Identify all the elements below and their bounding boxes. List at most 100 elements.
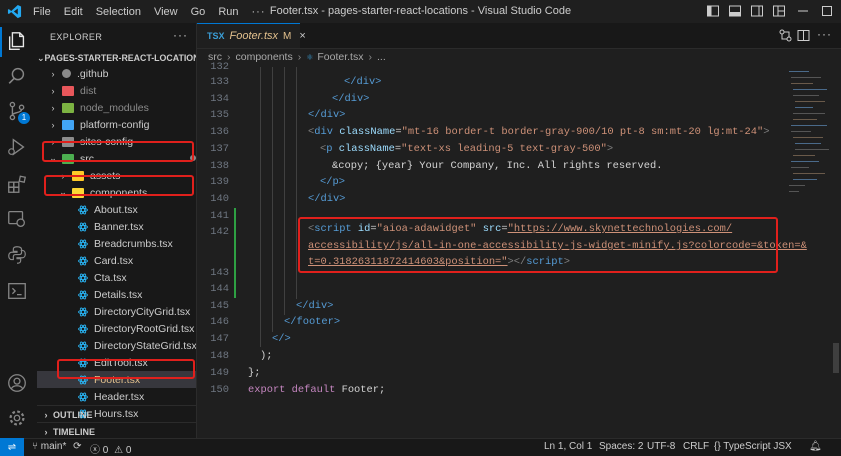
source-control-activity[interactable]: 1 — [6, 100, 30, 124]
branch-status[interactable]: ⑂ main* ⟳ — [32, 441, 82, 452]
minimap-line — [789, 191, 799, 192]
problems-status[interactable]: ⓧ 0 ⚠ 0 — [90, 441, 131, 456]
manage-activity[interactable] — [6, 407, 30, 431]
tree-file-about[interactable]: About.tsx — [37, 201, 196, 218]
tree-folder-github[interactable]: › .github — [37, 65, 196, 82]
code-token: p — [326, 143, 333, 155]
split-editor-icon[interactable] — [797, 29, 810, 42]
minimap-line — [795, 101, 825, 102]
tab-footer[interactable]: TSX Footer.tsx M × — [197, 23, 306, 48]
gear-icon — [9, 410, 25, 426]
tree-label: Breadcrumbs.tsx — [94, 237, 173, 250]
run-debug-activity[interactable] — [6, 136, 30, 160]
react-file-icon — [78, 290, 88, 299]
react-file-icon — [78, 341, 88, 350]
tree-file-header[interactable]: Header.tsx — [37, 388, 196, 405]
breadcrumb-footer[interactable]: Footer.tsx — [317, 51, 363, 63]
compare-changes-icon[interactable] — [779, 29, 792, 42]
highlight-script-tag — [298, 217, 778, 273]
tree-file-breadcrumbs[interactable]: Breadcrumbs.tsx — [37, 235, 196, 252]
line-number: 149 — [210, 367, 229, 379]
branch-icon: ⑂ — [32, 441, 38, 452]
tree-file-directory-city-grid[interactable]: DirectoryCityGrid.tsx — [37, 303, 196, 320]
workspace-root[interactable]: ⌄ PAGES-STARTER-REACT-LOCATIONS — [37, 50, 196, 66]
accounts-activity[interactable] — [6, 372, 30, 396]
minimap-line — [791, 131, 811, 132]
chevron-right-icon: › — [368, 51, 372, 63]
line-number: 148 — [210, 350, 229, 362]
language-status[interactable]: {} TypeScript JSX — [714, 441, 792, 452]
menu-edit[interactable]: Edit — [64, 6, 83, 18]
timeline-panel-header[interactable]: › TIMELINE — [37, 422, 196, 438]
chevron-right-icon: › — [51, 102, 55, 113]
customize-layout-icon[interactable] — [772, 4, 786, 18]
indentation-status[interactable]: Spaces: 2 — [599, 441, 643, 452]
menu-run[interactable]: Run — [218, 6, 238, 18]
minimap[interactable] — [785, 67, 831, 217]
editor-more-button[interactable]: ··· — [817, 27, 831, 41]
chevron-right-icon: › — [44, 426, 48, 437]
breadcrumb-components[interactable]: components — [236, 51, 293, 63]
line-number: 146 — [210, 316, 229, 328]
toggle-secondary-sidebar-icon[interactable] — [750, 4, 764, 18]
code-line-139: </p> — [320, 176, 345, 188]
vertical-scrollbar[interactable] — [833, 343, 839, 373]
tree-folder-platform-config[interactable]: › platform-config — [37, 116, 196, 133]
remote-indicator[interactable]: ⇌ — [0, 438, 24, 456]
menu-more-button[interactable]: ··· — [252, 6, 266, 18]
tree-label: DirectoryStateGrid.tsx — [94, 339, 197, 352]
outline-label: OUTLINE — [53, 409, 93, 420]
code-line-133: </div> — [344, 76, 382, 88]
tree-file-banner[interactable]: Banner.tsx — [37, 218, 196, 235]
search-activity[interactable] — [6, 65, 30, 89]
minimap-line — [791, 83, 813, 84]
close-icon[interactable]: × — [299, 30, 305, 42]
cursor-position[interactable]: Ln 1, Col 1 — [544, 441, 592, 452]
minimize-icon[interactable] — [796, 4, 810, 18]
tree-file-details[interactable]: Details.tsx — [37, 286, 196, 303]
line-number: 141 — [210, 210, 229, 222]
tree-file-card[interactable]: Card.tsx — [37, 252, 196, 269]
tree-file-directory-state-grid[interactable]: DirectoryStateGrid.tsx — [37, 337, 197, 354]
tsx-file-icon: TSX — [207, 31, 225, 41]
vscode-logo-icon[interactable] — [7, 4, 22, 19]
toggle-panel-icon[interactable] — [728, 4, 742, 18]
menu-selection[interactable]: Selection — [96, 6, 141, 18]
line-number: 132 — [210, 61, 229, 73]
workspace-root-label: PAGES-STARTER-REACT-LOCATIONS — [44, 53, 197, 63]
title-bar: File Edit Selection View Go Run ··· Foot… — [0, 0, 841, 24]
chevron-right-icon: › — [297, 51, 302, 63]
minimap-line — [793, 95, 819, 96]
minimap-line — [795, 107, 813, 108]
extensions-activity[interactable] — [6, 173, 30, 197]
terminal-activity[interactable] — [6, 280, 30, 304]
toggle-primary-sidebar-icon[interactable] — [706, 4, 720, 18]
encoding-status[interactable]: UTF-8 — [647, 441, 675, 452]
line-number: 140 — [210, 193, 229, 205]
outline-panel-header[interactable]: › OUTLINE — [37, 405, 196, 423]
highlight-components — [44, 175, 194, 196]
menu-file[interactable]: File — [33, 6, 51, 18]
explorer-activity[interactable] — [0, 27, 30, 57]
python-activity[interactable] — [6, 244, 30, 268]
menu-bar: File Edit Selection View Go Run ··· — [33, 0, 279, 23]
line-number: 139 — [210, 176, 229, 188]
python-icon — [8, 246, 26, 264]
menu-view[interactable]: View — [154, 6, 178, 18]
tree-folder-dist[interactable]: › dist — [37, 82, 196, 99]
tree-file-directory-root-grid[interactable]: DirectoryRootGrid.tsx — [37, 320, 196, 337]
code-editor[interactable]: 132 133 134 135 136 137 138 139 140 141 … — [197, 61, 841, 438]
code-token: export — [248, 384, 286, 396]
tree-folder-node-modules[interactable]: › node_modules — [37, 99, 196, 116]
remote-explorer-activity[interactable] — [6, 208, 30, 232]
explorer-more-button[interactable]: ··· — [173, 28, 188, 42]
indent-guide — [284, 67, 285, 315]
eol-status[interactable]: CRLF — [683, 441, 709, 452]
menu-go[interactable]: Go — [191, 6, 206, 18]
notifications-status[interactable]: 🔔︎ — [809, 441, 822, 452]
tree-label: Header.tsx — [94, 390, 145, 403]
breadcrumb-symbol[interactable]: ... — [377, 51, 386, 63]
explorer-title: EXPLORER — [50, 32, 103, 42]
tree-file-cta[interactable]: Cta.tsx — [37, 269, 196, 286]
maximize-icon[interactable] — [820, 4, 834, 18]
